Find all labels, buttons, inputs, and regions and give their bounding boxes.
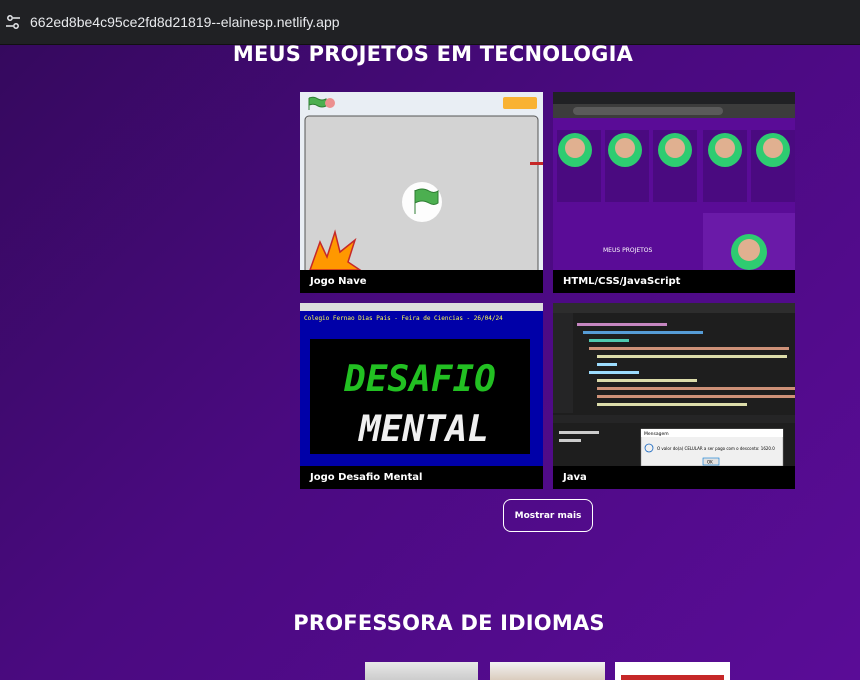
show-more-button[interactable]: Mostrar mais [503,499,593,532]
website-preview-image: MEUS PROJETOS [553,92,795,270]
project-card-jogo-nave[interactable]: Jogo Nave [300,92,543,293]
project-card-html-css-js[interactable]: MEUS PROJETOS HTML/CSS/JavaScript [553,92,795,293]
project-card-desafio-mental[interactable]: Colegio Fernao Dias Pais - Feira de Cien… [300,303,543,489]
desafio-header-text: Colegio Fernao Dias Pais - Feira de Cien… [304,315,503,322]
photo-banner [621,675,724,680]
desafio-title-line1: DESAFIO [343,359,496,400]
url-text[interactable]: 662ed8be4c95ce2fd8d21819--elainesp.netli… [30,14,340,30]
page-content: MEUS PROJETOS EM TECNOLOGIA Jogo Nave ME… [0,45,860,680]
tune-icon[interactable] [2,11,24,33]
language-photo-2[interactable] [490,662,605,680]
browser-address-bar: 662ed8be4c95ce2fd8d21819--elainesp.netli… [0,0,860,45]
project-caption: HTML/CSS/JavaScript [553,270,795,293]
html-thumb-label: MEUS PROJETOS [603,247,653,254]
project-thumbnail [300,92,543,270]
project-thumbnail: MEUS PROJETOS [553,92,795,270]
desafio-title-line2: MENTAL [358,409,489,450]
scratch-stage-image [300,92,543,270]
language-photo-3[interactable] [615,662,730,680]
project-caption: Jogo Nave [300,270,543,293]
language-photo-1[interactable] [365,662,478,680]
tech-section-title: MEUS PROJETOS EM TECNOLOGIA [232,45,634,66]
project-caption: Java [553,466,795,489]
project-card-java[interactable]: Mensagem O valor do(a) CELULAR a ser pag… [553,303,795,489]
project-thumbnail: Mensagem O valor do(a) CELULAR a ser pag… [553,303,795,466]
desafio-mental-image: Colegio Fernao Dias Pais - Feira de Cien… [300,303,543,466]
java-dialog-text: O valor do(a) CELULAR a ser pago com o d… [657,446,775,451]
project-caption: Jogo Desafio Mental [300,466,543,489]
java-code-image: Mensagem O valor do(a) CELULAR a ser pag… [553,303,795,466]
language-section-title: PROFESSORA DE IDIOMAS [293,611,605,635]
java-dialog-ok: OK [707,460,713,465]
project-thumbnail: Colegio Fernao Dias Pais - Feira de Cien… [300,303,543,466]
java-dialog-title: Mensagem [644,431,669,437]
